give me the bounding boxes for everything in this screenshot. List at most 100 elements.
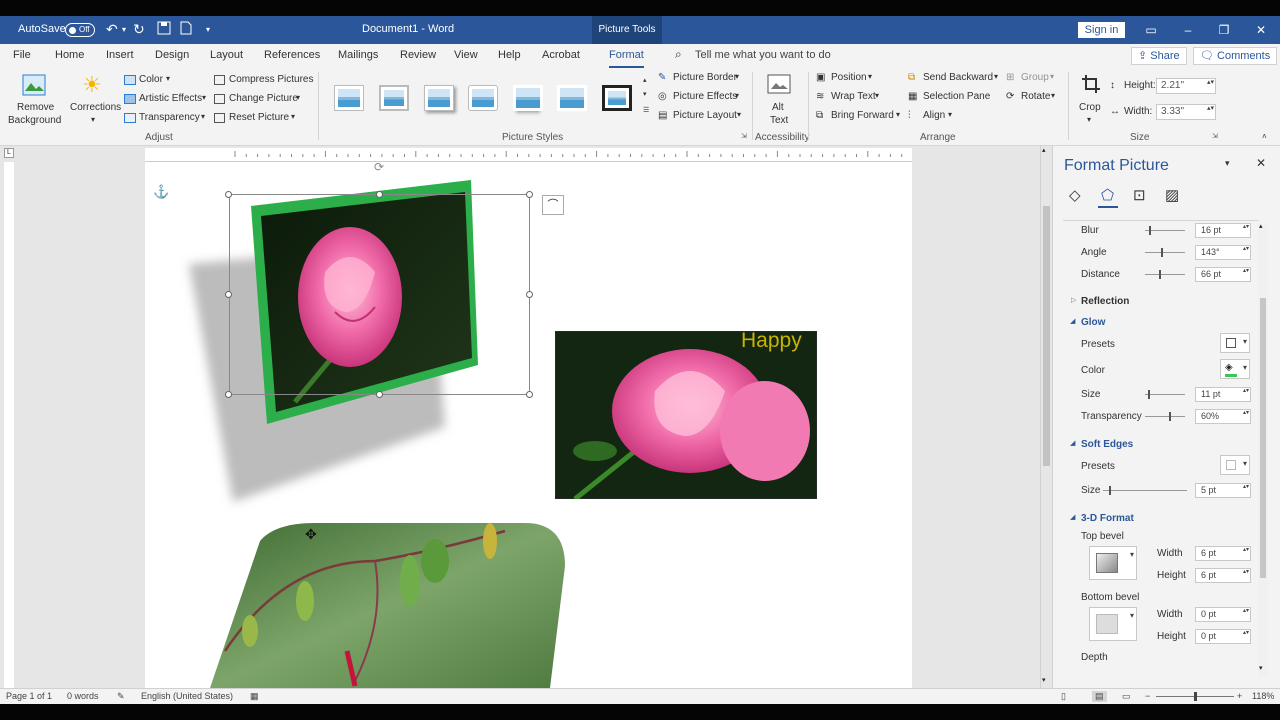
bottom-bevel-picker[interactable] (1089, 607, 1137, 641)
resize-handle-bottom[interactable] (376, 391, 383, 398)
bring-forward-button[interactable]: ⧉ Bring Forward ▾ (816, 110, 906, 126)
color-button[interactable]: Color ▾ (124, 74, 212, 90)
pane-scroll-thumb[interactable] (1260, 298, 1266, 578)
size-launcher-icon[interactable]: ⇲ (1212, 132, 1218, 140)
pane-scroll-up-icon[interactable]: ▴ (1259, 222, 1263, 230)
proofing-icon[interactable]: ✎ (117, 691, 125, 702)
picture-style-6[interactable] (557, 85, 587, 111)
vertical-scrollbar[interactable]: ▴ ▾ (1040, 146, 1052, 688)
tab-layout[interactable]: Layout (210, 49, 243, 61)
resize-handle-bottom-left[interactable] (225, 391, 232, 398)
glow-color-picker[interactable]: ◈ (1220, 359, 1250, 379)
new-document-icon[interactable] (180, 21, 192, 38)
tab-mailings[interactable]: Mailings (338, 49, 378, 61)
reflection-expand-icon[interactable]: ▷ (1071, 296, 1076, 304)
tell-me-search[interactable]: Tell me what you want to do (695, 49, 831, 61)
group-button[interactable]: ⊞ Group ▾ (1006, 72, 1062, 88)
fuchsia-picture[interactable] (205, 521, 575, 688)
tab-references[interactable]: References (264, 49, 320, 61)
collapse-ribbon-icon[interactable]: ˄ (1262, 132, 1267, 141)
layout-options-icon[interactable]: ⌒ (542, 195, 564, 215)
layout-properties-icon[interactable]: ⊡ (1133, 186, 1146, 204)
picture-style-2[interactable] (379, 85, 409, 111)
position-button[interactable]: ▣ Position ▾ (816, 72, 896, 88)
glow-section[interactable]: Glow (1081, 317, 1105, 328)
height-field[interactable]: 2.21" (1156, 78, 1216, 94)
glow-transparency-slider[interactable] (1145, 412, 1185, 421)
sign-in-button[interactable]: Sign in (1078, 22, 1125, 38)
zoom-slider-thumb[interactable] (1194, 692, 1197, 701)
top-bevel-height-field[interactable]: 6 pt (1195, 568, 1251, 583)
undo-icon[interactable]: ↶ (106, 21, 118, 38)
picture-style-5[interactable] (513, 85, 543, 111)
minimize-icon[interactable]: – (1173, 20, 1203, 40)
close-pane-icon[interactable]: ✕ (1256, 156, 1266, 170)
tab-review[interactable]: Review (400, 49, 436, 61)
scroll-thumb[interactable] (1043, 206, 1050, 466)
picture-layout-button[interactable]: ▤ Picture Layout ▾ (658, 110, 748, 126)
transparency-button[interactable]: Transparency ▾ (124, 112, 214, 128)
top-bevel-width-field[interactable]: 6 pt (1195, 546, 1251, 561)
soft-edges-collapse-icon[interactable]: ◢ (1070, 439, 1075, 447)
distance-field[interactable]: 66 pt (1195, 267, 1251, 282)
picture-effects-button[interactable]: ◎ Picture Effects ▾ (658, 91, 748, 107)
effects-icon[interactable]: ⬠ (1101, 186, 1114, 204)
resize-handle-left[interactable] (225, 291, 232, 298)
redo-icon[interactable]: ↻ (133, 21, 145, 38)
zoom-level[interactable]: 118% (1252, 691, 1274, 701)
scroll-up-icon[interactable]: ▴ (1042, 146, 1046, 154)
distance-slider[interactable] (1145, 270, 1185, 279)
selection-pane-button[interactable]: ▦ Selection Pane (908, 91, 1000, 107)
rotate-button[interactable]: ⟳ Rotate ▾ (1006, 91, 1062, 107)
reset-picture-button[interactable]: Reset Picture ▾ (214, 112, 310, 128)
tab-format[interactable]: Format (609, 49, 644, 68)
scroll-down-icon[interactable]: ▾ (1042, 676, 1046, 684)
picture-style-3[interactable] (424, 85, 454, 111)
ribbon-display-options-icon[interactable]: ▭ (1136, 20, 1166, 40)
artistic-effects-button[interactable]: Artistic Effects ▾ (124, 93, 214, 109)
glow-collapse-icon[interactable]: ◢ (1070, 317, 1075, 325)
tab-acrobat[interactable]: Acrobat (542, 49, 580, 61)
macro-record-icon[interactable]: ▦ (250, 691, 259, 702)
angle-field[interactable]: 143° (1195, 245, 1251, 260)
fill-line-icon[interactable]: ◇ (1069, 186, 1081, 204)
resize-handle-top-left[interactable] (225, 191, 232, 198)
glow-size-slider[interactable] (1145, 390, 1185, 399)
top-bevel-picker[interactable] (1089, 546, 1137, 580)
undo-dropdown-icon[interactable]: ▾ (122, 25, 126, 34)
gallery-more-icon[interactable]: ☰ (643, 106, 649, 114)
zoom-out-icon[interactable]: − (1145, 691, 1150, 701)
comments-button[interactable]: 🗨 Comments (1193, 47, 1278, 65)
rose-picture-flat[interactable]: Happy (555, 331, 817, 499)
zoom-in-icon[interactable]: + (1237, 691, 1242, 701)
blur-field[interactable]: 16 pt (1195, 223, 1251, 238)
rotation-handle-icon[interactable]: ⟳ (374, 160, 384, 174)
page-count[interactable]: Page 1 of 1 (6, 691, 52, 701)
gallery-scroll-down-icon[interactable]: ▾ (643, 90, 647, 98)
tab-view[interactable]: View (454, 49, 478, 61)
tab-home[interactable]: Home (55, 49, 84, 61)
compress-pictures-button[interactable]: Compress Pictures (214, 74, 313, 90)
send-backward-button[interactable]: ⧉ Send Backward ▾ (908, 72, 1004, 88)
crop-button[interactable]: Crop ▾ (1076, 70, 1106, 128)
pane-scrollbar[interactable]: ▴ ▾ (1258, 222, 1268, 676)
angle-slider[interactable] (1145, 248, 1185, 257)
word-count[interactable]: 0 words (67, 691, 99, 701)
glow-size-field[interactable]: 11 pt (1195, 387, 1251, 402)
picture-icon[interactable]: ▨ (1165, 186, 1179, 204)
pane-scroll-down-icon[interactable]: ▾ (1259, 664, 1263, 672)
tab-help[interactable]: Help (498, 49, 521, 61)
align-button[interactable]: ⫶ Align ▾ (908, 110, 968, 126)
soft-size-slider[interactable] (1103, 486, 1187, 495)
change-picture-button[interactable]: Change Picture ▾ (214, 93, 310, 109)
tab-insert[interactable]: Insert (106, 49, 134, 61)
zoom-slider[interactable] (1156, 692, 1234, 701)
resize-handle-right[interactable] (526, 291, 533, 298)
restore-icon[interactable]: ❐ (1209, 20, 1239, 40)
read-mode-icon[interactable]: ▯ (1061, 691, 1066, 702)
resize-handle-top-right[interactable] (526, 191, 533, 198)
language[interactable]: English (United States) (141, 691, 233, 701)
soft-edges-presets-picker[interactable] (1220, 455, 1250, 475)
alt-text-button[interactable]: Alt Text (762, 70, 796, 128)
blur-slider[interactable] (1145, 226, 1185, 235)
